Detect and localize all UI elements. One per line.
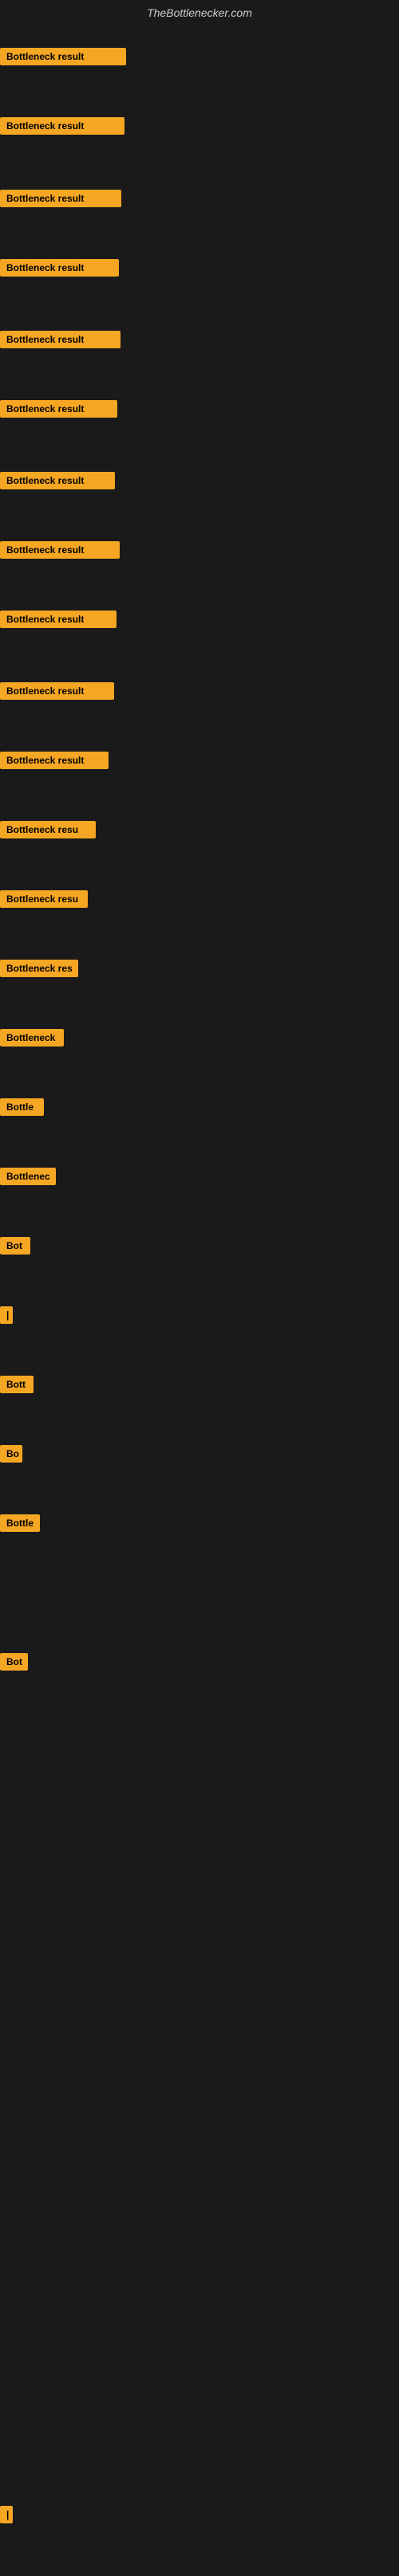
bottleneck-badge[interactable]: Bottleneck result bbox=[0, 752, 109, 769]
bottleneck-badge[interactable]: Bottleneck result bbox=[0, 190, 121, 207]
bottleneck-result-row: Bottleneck res bbox=[0, 960, 78, 981]
bottleneck-result-row: Bottleneck result bbox=[0, 611, 117, 632]
bottleneck-result-row: Bottleneck result bbox=[0, 117, 124, 139]
bottleneck-result-row: Bottle bbox=[0, 1514, 40, 1536]
bottleneck-badge[interactable]: Bottleneck result bbox=[0, 331, 120, 348]
bottleneck-badge[interactable]: Bottleneck result bbox=[0, 259, 119, 277]
bottleneck-result-row: Bottleneck result bbox=[0, 752, 109, 773]
bottleneck-badge[interactable]: Bottle bbox=[0, 1098, 44, 1116]
bottleneck-result-row: Bo bbox=[0, 1445, 22, 1467]
bottleneck-badge[interactable]: Bottleneck result bbox=[0, 541, 120, 559]
bottleneck-result-row: Bottleneck bbox=[0, 1029, 64, 1050]
bottleneck-result-row: Bot bbox=[0, 1653, 28, 1675]
bottleneck-badge[interactable]: Bott bbox=[0, 1376, 34, 1393]
bottleneck-badge[interactable]: Bottleneck result bbox=[0, 611, 117, 628]
bottleneck-result-row: Bottleneck resu bbox=[0, 821, 96, 842]
bottleneck-badge[interactable]: Bo bbox=[0, 1445, 22, 1463]
bottleneck-badge[interactable]: Bottleneck result bbox=[0, 682, 114, 700]
site-title: TheBottlenecker.com bbox=[0, 0, 399, 26]
bottleneck-result-row: Bottleneck resu bbox=[0, 890, 88, 912]
bottleneck-badge[interactable]: Bottlenec bbox=[0, 1168, 56, 1185]
bottleneck-badge[interactable]: Bottleneck result bbox=[0, 117, 124, 135]
bottleneck-badge[interactable]: Bottleneck result bbox=[0, 472, 115, 489]
bottleneck-badge[interactable]: Bottleneck result bbox=[0, 48, 126, 65]
bottleneck-result-row: Bott bbox=[0, 1376, 34, 1397]
bottleneck-result-row: Bottleneck result bbox=[0, 682, 114, 704]
bottleneck-result-row: Bottleneck result bbox=[0, 400, 117, 422]
bottleneck-badge[interactable]: Bottle bbox=[0, 1514, 40, 1532]
bottleneck-result-row: Bottleneck result bbox=[0, 190, 121, 211]
bottleneck-result-row: Bottleneck result bbox=[0, 331, 120, 352]
bottleneck-result-row: Bottleneck result bbox=[0, 541, 120, 563]
bottleneck-badge[interactable]: Bot bbox=[0, 1653, 28, 1671]
bottleneck-badge[interactable]: Bottleneck bbox=[0, 1029, 64, 1046]
bottleneck-badge[interactable]: Bot bbox=[0, 1237, 30, 1255]
bottleneck-badge[interactable]: | bbox=[0, 1306, 13, 1324]
bottleneck-result-row: Bottleneck result bbox=[0, 259, 119, 281]
bottleneck-badge[interactable]: Bottleneck resu bbox=[0, 890, 88, 908]
bottleneck-result-row: | bbox=[0, 1306, 13, 1328]
bottleneck-result-row: Bottle bbox=[0, 1098, 44, 1120]
bottleneck-result-row: Bottleneck result bbox=[0, 472, 115, 493]
bottleneck-badge[interactable]: Bottleneck result bbox=[0, 400, 117, 418]
bottleneck-badge[interactable]: | bbox=[0, 2506, 13, 2523]
bottleneck-result-row: Bot bbox=[0, 1237, 30, 1259]
bottleneck-result-row: Bottleneck result bbox=[0, 48, 126, 69]
bottleneck-result-row: | bbox=[0, 2506, 13, 2527]
bottleneck-badge[interactable]: Bottleneck res bbox=[0, 960, 78, 977]
bottleneck-badge[interactable]: Bottleneck resu bbox=[0, 821, 96, 838]
bottleneck-result-row: Bottlenec bbox=[0, 1168, 56, 1189]
